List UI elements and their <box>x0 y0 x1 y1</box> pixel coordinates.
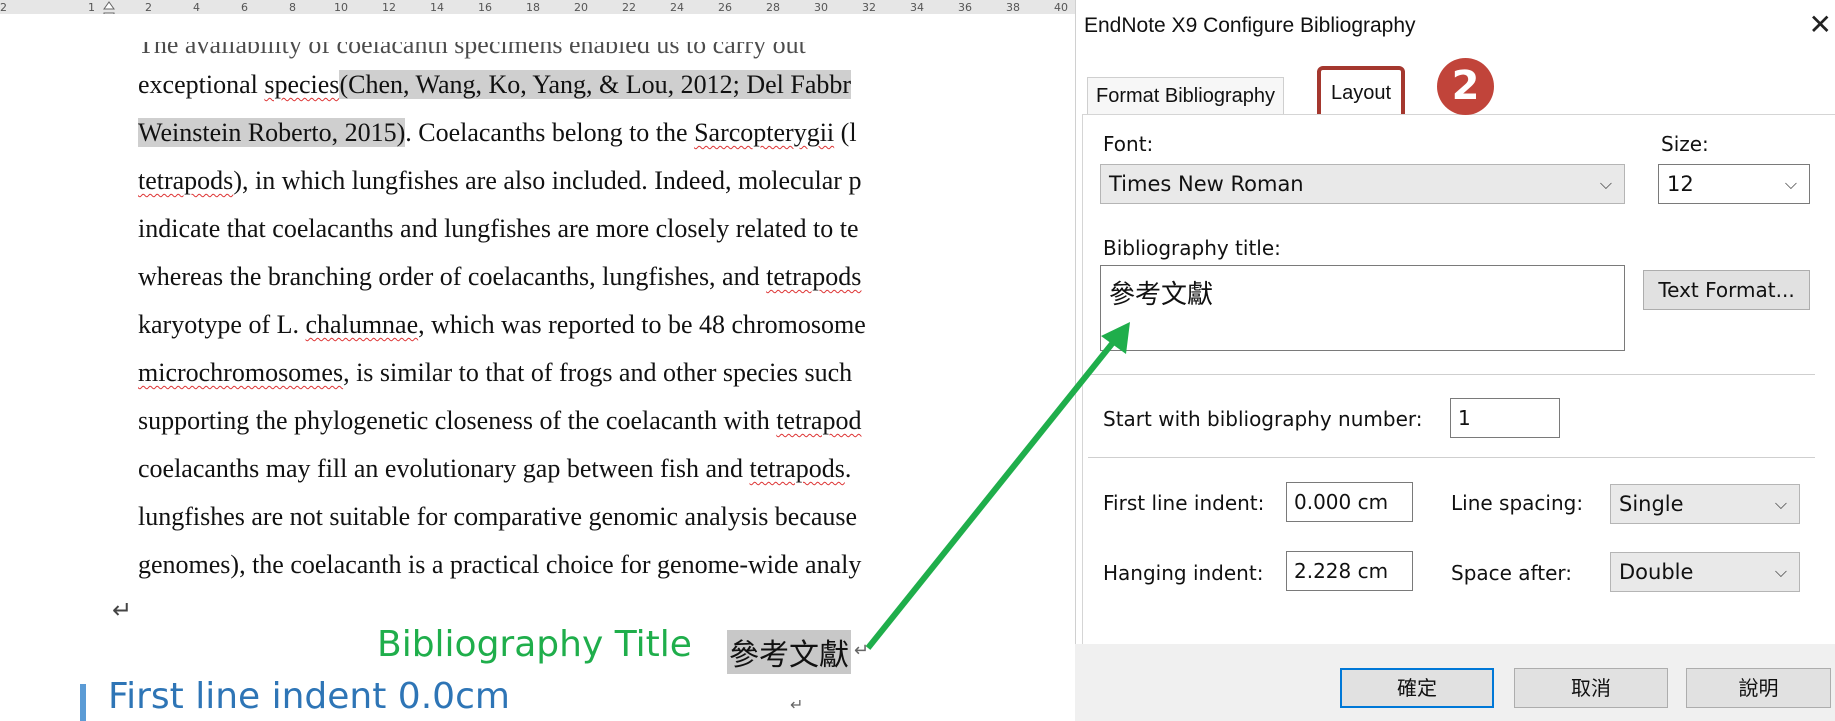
citation-field[interactable]: Weinstein Roberto, 2015) <box>138 118 406 147</box>
paragraph-mark: ↵ <box>112 598 133 624</box>
space-after-label: Space after: <box>1451 561 1573 585</box>
hanging-indent-label: Hanging indent: <box>1103 561 1264 585</box>
ruler-tick: 22 <box>622 1 636 14</box>
paragraph-mark: ↵ <box>854 640 870 660</box>
doc-line: lungfishes are not suitable for comparat… <box>138 502 858 531</box>
chevron-down-icon: ⌵ <box>1774 494 1787 513</box>
spelling-flag: tetrapods <box>766 262 862 291</box>
ruler-tick: 34 <box>910 1 924 14</box>
doc-text: whereas the branching order of coelacant… <box>138 262 767 291</box>
close-icon[interactable]: ✕ <box>1809 8 1832 41</box>
line-spacing-label: Line spacing: <box>1451 491 1584 515</box>
doc-text: (l <box>834 118 857 147</box>
spelling-flag: chalumnae <box>305 310 419 339</box>
spelling-flag: tetrapod <box>776 406 862 435</box>
chevron-down-icon: ⌵ <box>1599 174 1612 193</box>
doc-line: microchromosomes, is similar to that of … <box>138 358 852 388</box>
dialog-title: EndNote X9 Configure Bibliography <box>1084 14 1416 37</box>
doc-text: , which was reported to be 48 chromosome <box>418 310 866 339</box>
cancel-button[interactable]: 取消 <box>1514 668 1668 708</box>
doc-text: coelacanths may fill an evolutionary gap… <box>138 454 750 483</box>
size-select[interactable]: 12 ⌵ <box>1658 164 1810 204</box>
size-select-value: 12 <box>1667 172 1694 196</box>
doc-text: karyotype of L. <box>138 310 306 339</box>
help-button[interactable]: 說明 <box>1686 668 1831 708</box>
doc-line: genomes), the coelacanth is a practical … <box>138 550 862 579</box>
ruler-tick: 20 <box>574 1 588 14</box>
first-line-indent-input[interactable]: 0.000 cm <box>1286 482 1413 522</box>
document-page[interactable]: The availability of coelacanth specimens… <box>0 14 1075 721</box>
doc-line: tetrapods), in which lungfishes are also… <box>138 166 861 196</box>
chevron-down-icon: ⌵ <box>1774 562 1787 581</box>
doc-line: supporting the phylogenetic closeness of… <box>138 406 861 436</box>
ruler-tick: 2 <box>0 1 7 14</box>
doc-text: , is similar to that of frogs and other … <box>343 358 853 387</box>
doc-text: ), in which lungfishes are also included… <box>233 166 862 195</box>
doc-line: Weinstein Roberto, 2015). Coelacanths be… <box>138 118 857 148</box>
doc-line: whereas the branching order of coelacant… <box>138 262 861 292</box>
separator <box>1088 374 1815 375</box>
doc-line: coelacanths may fill an evolutionary gap… <box>138 454 851 484</box>
indent-annotation-bar <box>80 684 86 721</box>
separator <box>1088 457 1815 458</box>
doc-text: . Coelacanths belong to the <box>405 118 695 147</box>
citation-field[interactable]: (Chen, Wang, Ko, Yang, & Lou, 2012; Del … <box>339 70 852 99</box>
bibliography-title-label: Bibliography title: <box>1103 236 1281 260</box>
ruler-tick: 6 <box>241 1 248 14</box>
ruler-tick: 36 <box>958 1 972 14</box>
line-spacing-value: Single <box>1619 492 1684 516</box>
spelling-flag: microchromosomes <box>138 358 344 387</box>
spelling-flag: species <box>264 70 340 99</box>
spelling-flag: tetrapods <box>138 166 234 195</box>
doc-line: indicate that coelacanths and lungfishes… <box>138 214 859 243</box>
ruler-tick: 40 <box>1054 1 1068 14</box>
bibliography-title-annotation: Bibliography Title <box>377 624 692 665</box>
hanging-indent-input[interactable]: 2.228 cm <box>1286 551 1413 591</box>
font-label: Font: <box>1103 132 1154 156</box>
space-after-select[interactable]: Double ⌵ <box>1610 552 1800 592</box>
font-select[interactable]: Times New Roman ⌵ <box>1100 164 1625 204</box>
doc-text: . <box>844 454 852 483</box>
tab-format-bibliography[interactable]: Format Bibliography <box>1087 77 1284 114</box>
ok-button[interactable]: 確定 <box>1340 668 1494 708</box>
ruler-tick: 32 <box>862 1 876 14</box>
doc-line: exceptional species(Chen, Wang, Ko, Yang… <box>138 70 852 100</box>
ruler-tick: 26 <box>718 1 732 14</box>
font-select-value: Times New Roman <box>1109 172 1304 196</box>
ruler-tick: 30 <box>814 1 828 14</box>
ruler-tick: 24 <box>670 1 684 14</box>
ruler-tick: 12 <box>382 1 396 14</box>
bibliography-title-input[interactable]: 參考文獻 <box>1100 265 1625 351</box>
step-badge: 2 <box>1437 58 1494 115</box>
ruler-tick: 1 <box>88 1 95 14</box>
bibliography-title-text[interactable]: 參考文獻 <box>727 630 851 674</box>
doc-line: The availability of coelacanth specimens… <box>138 30 806 59</box>
ruler-tick: 16 <box>478 1 492 14</box>
first-line-indent-annotation: First line indent 0.0cm <box>108 676 510 717</box>
tab-layout[interactable]: Layout <box>1317 66 1406 120</box>
doc-text: supporting the phylogenetic closeness of… <box>138 406 777 435</box>
spelling-flag: tetrapods <box>749 454 845 483</box>
doc-line: karyotype of L. chalumnae, which was rep… <box>138 310 866 340</box>
line-spacing-select[interactable]: Single ⌵ <box>1610 484 1800 524</box>
space-after-value: Double <box>1619 560 1694 584</box>
size-label: Size: <box>1661 132 1709 156</box>
ruler-tick: 8 <box>289 1 296 14</box>
doc-text: exceptional <box>138 70 258 99</box>
start-number-label: Start with bibliography number: <box>1103 407 1423 431</box>
paragraph-mark: ↵ <box>790 697 804 714</box>
chevron-down-icon: ⌵ <box>1784 174 1797 193</box>
start-number-input[interactable]: 1 <box>1450 398 1560 438</box>
ruler-tick: 2 <box>145 1 152 14</box>
text-format-button[interactable]: Text Format... <box>1643 270 1810 310</box>
first-line-indent-label: First line indent: <box>1103 491 1265 515</box>
ruler-tick: 14 <box>430 1 444 14</box>
ruler-tick: 28 <box>766 1 780 14</box>
spelling-flag: Sarcopterygii <box>694 118 835 147</box>
ruler-tick: 10 <box>334 1 348 14</box>
ruler-tick: 4 <box>193 1 200 14</box>
ruler-tick: 18 <box>526 1 540 14</box>
ruler-tick: 38 <box>1006 1 1020 14</box>
